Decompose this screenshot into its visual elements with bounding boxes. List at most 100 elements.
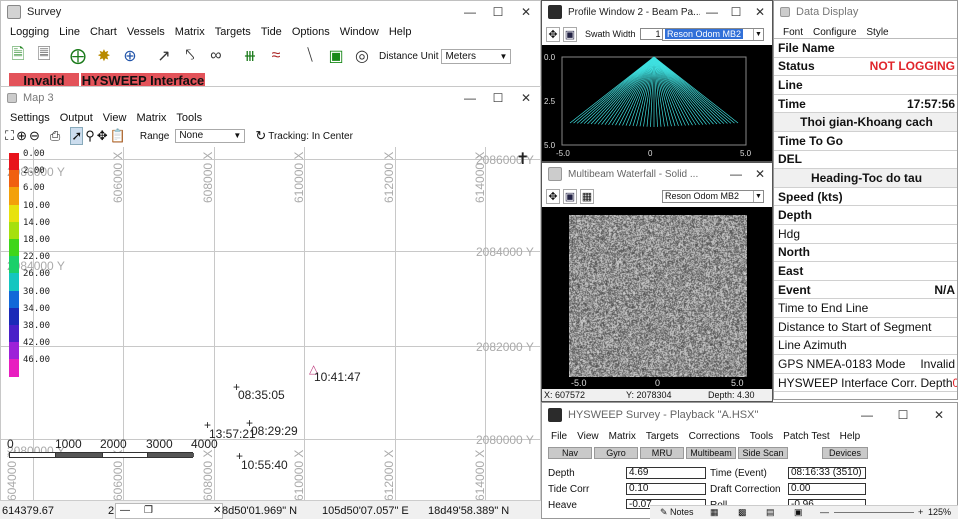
- close-button[interactable]: ✕: [512, 5, 540, 19]
- range-label: Range: [139, 130, 170, 142]
- map-menu-view[interactable]: View: [98, 112, 132, 124]
- hysweep-menubar: File View Matrix Targets Corrections Too…: [542, 427, 957, 445]
- zoom-plus-button[interactable]: +: [918, 506, 923, 519]
- minimize-button[interactable]: —: [456, 5, 484, 19]
- tide-corr-field[interactable]: 0.10: [626, 483, 706, 495]
- hs-menu-targets[interactable]: Targets: [641, 431, 684, 442]
- pan-icon[interactable]: ✥: [97, 128, 108, 144]
- add-target-icon[interactable]: ⨁: [65, 44, 91, 68]
- target-star-icon[interactable]: ✸: [91, 44, 117, 68]
- grid-icon[interactable]: ▦: [580, 188, 594, 204]
- zoom-out-button[interactable]: —: [820, 506, 829, 519]
- hysweep-close-button[interactable]: ✕: [921, 408, 957, 422]
- map-maximize-button[interactable]: ☐: [484, 91, 512, 105]
- normal-view-icon[interactable]: ▦: [710, 506, 719, 519]
- data-row: Line Azimuth: [774, 337, 957, 356]
- diagonal-line-icon[interactable]: ⤣: [177, 44, 203, 68]
- menu-options[interactable]: Options: [287, 26, 335, 38]
- zoom-slider[interactable]: [834, 512, 914, 513]
- slash-icon[interactable]: ⧹: [297, 44, 323, 68]
- slide-sorter-icon[interactable]: ▩: [738, 506, 747, 519]
- multibeam-button[interactable]: Multibeam: [686, 447, 736, 459]
- hs-menu-view[interactable]: View: [572, 431, 604, 442]
- gyro-button[interactable]: Gyro: [594, 447, 638, 459]
- waterfall-close-button[interactable]: ✕: [748, 167, 772, 181]
- hs-menu-tools[interactable]: Tools: [745, 431, 778, 442]
- hs-menu-file[interactable]: File: [546, 431, 572, 442]
- map-minimize-button[interactable]: —: [456, 91, 484, 105]
- clipboard-icon[interactable]: 📋: [110, 128, 126, 144]
- diagonal-arrow-icon[interactable]: ↗: [151, 44, 177, 68]
- dd-menu-font[interactable]: Font: [778, 27, 808, 38]
- map-canvas[interactable]: 2086000 Y 2084000 Y 2082000 Y 2080000 Y …: [1, 147, 540, 503]
- slideshow-icon[interactable]: ▣: [794, 506, 803, 519]
- link-icon[interactable]: ∞: [203, 44, 229, 68]
- menu-help[interactable]: Help: [384, 26, 417, 38]
- waterfall-minimize-button[interactable]: —: [724, 167, 748, 181]
- time-event-field[interactable]: 08:16:33 (3510): [788, 467, 866, 479]
- wave-line-icon[interactable]: ≈: [263, 44, 289, 68]
- move-icon[interactable]: ✥: [546, 26, 560, 42]
- map-menu-matrix[interactable]: Matrix: [131, 112, 171, 124]
- zoom-in-icon[interactable]: ⊕: [16, 128, 27, 144]
- hs-menu-help[interactable]: Help: [835, 431, 866, 442]
- add-line-icon[interactable]: ⧻: [237, 44, 263, 68]
- menu-matrix[interactable]: Matrix: [170, 26, 210, 38]
- waterfall-device-select[interactable]: Reson Odom MB2 ▼: [662, 190, 764, 203]
- legend-swatch: [9, 239, 19, 257]
- distance-unit-select[interactable]: Meters ▼: [441, 48, 512, 64]
- beam-profile-svg: 0.02.55.0-5.0 0 5.0: [544, 53, 752, 158]
- profile-close-button[interactable]: ✕: [748, 5, 772, 19]
- notes-icon[interactable]: ✎: [660, 506, 668, 519]
- map-menu-output[interactable]: Output: [55, 112, 98, 124]
- hs-menu-corrections[interactable]: Corrections: [684, 431, 745, 442]
- signal-icon[interactable]: ◎: [349, 44, 375, 68]
- nav-button[interactable]: Nav: [548, 447, 592, 459]
- range-select[interactable]: None ▼: [175, 129, 246, 143]
- print-icon[interactable]: ⎙: [50, 128, 60, 144]
- x-label-top: 606000 X: [111, 151, 125, 203]
- map-menu-settings[interactable]: Settings: [5, 112, 55, 124]
- map-menu-tools[interactable]: Tools: [171, 112, 207, 124]
- save-icon[interactable]: ▣: [563, 26, 577, 42]
- restore-window-icon[interactable]: — ❐ ✕: [115, 503, 223, 519]
- menu-logging[interactable]: Logging: [5, 26, 54, 38]
- menu-line[interactable]: Line: [54, 26, 85, 38]
- menu-window[interactable]: Window: [335, 26, 384, 38]
- menu-chart[interactable]: Chart: [85, 26, 122, 38]
- devices-button[interactable]: Devices: [822, 447, 868, 459]
- zoom-box-icon[interactable]: ⚲: [85, 128, 95, 144]
- side-scan-button[interactable]: Side Scan: [738, 447, 788, 459]
- open-document-icon[interactable]: 🗏: [31, 44, 57, 68]
- reading-view-icon[interactable]: ▤: [766, 506, 775, 519]
- maximize-button[interactable]: ☐: [484, 5, 512, 19]
- notes-label[interactable]: Notes: [670, 506, 694, 519]
- mru-button[interactable]: MRU: [640, 447, 684, 459]
- zoom-extents-icon[interactable]: ⛶: [5, 128, 14, 144]
- draft-correction-field[interactable]: 0.00: [788, 483, 866, 495]
- menu-tide[interactable]: Tide: [256, 26, 287, 38]
- waves-target-icon[interactable]: ⊕: [117, 44, 143, 68]
- menu-targets[interactable]: Targets: [210, 26, 256, 38]
- menu-vessels[interactable]: Vessels: [122, 26, 170, 38]
- hysweep-maximize-button[interactable]: ☐: [885, 408, 921, 422]
- hysweep-minimize-button[interactable]: —: [849, 408, 885, 422]
- swath-width-input[interactable]: 1: [639, 28, 664, 40]
- dd-menu-configure[interactable]: Configure: [808, 27, 861, 38]
- profile-device-select[interactable]: Reson Odom MB2 ▼: [662, 28, 764, 41]
- profile-maximize-button[interactable]: ☐: [724, 5, 748, 19]
- tracking-icon[interactable]: ↻: [255, 128, 266, 144]
- hs-menu-matrix[interactable]: Matrix: [604, 431, 641, 442]
- target-frame-icon[interactable]: ▣: [323, 44, 349, 68]
- dd-menu-style[interactable]: Style: [861, 27, 893, 38]
- save-icon[interactable]: ▣: [563, 188, 577, 204]
- depth-field[interactable]: 4.69: [626, 467, 706, 479]
- zoom-out-icon[interactable]: ⊖: [29, 128, 40, 144]
- legend-label: 34.00: [23, 303, 51, 314]
- profile-minimize-button[interactable]: —: [700, 5, 724, 19]
- move-icon[interactable]: ✥: [546, 188, 560, 204]
- map-close-button[interactable]: ✕: [512, 91, 540, 105]
- new-document-icon[interactable]: 🗎: [5, 44, 31, 68]
- pointer-icon[interactable]: ➚: [70, 127, 84, 145]
- hs-menu-patch-test[interactable]: Patch Test: [778, 431, 835, 442]
